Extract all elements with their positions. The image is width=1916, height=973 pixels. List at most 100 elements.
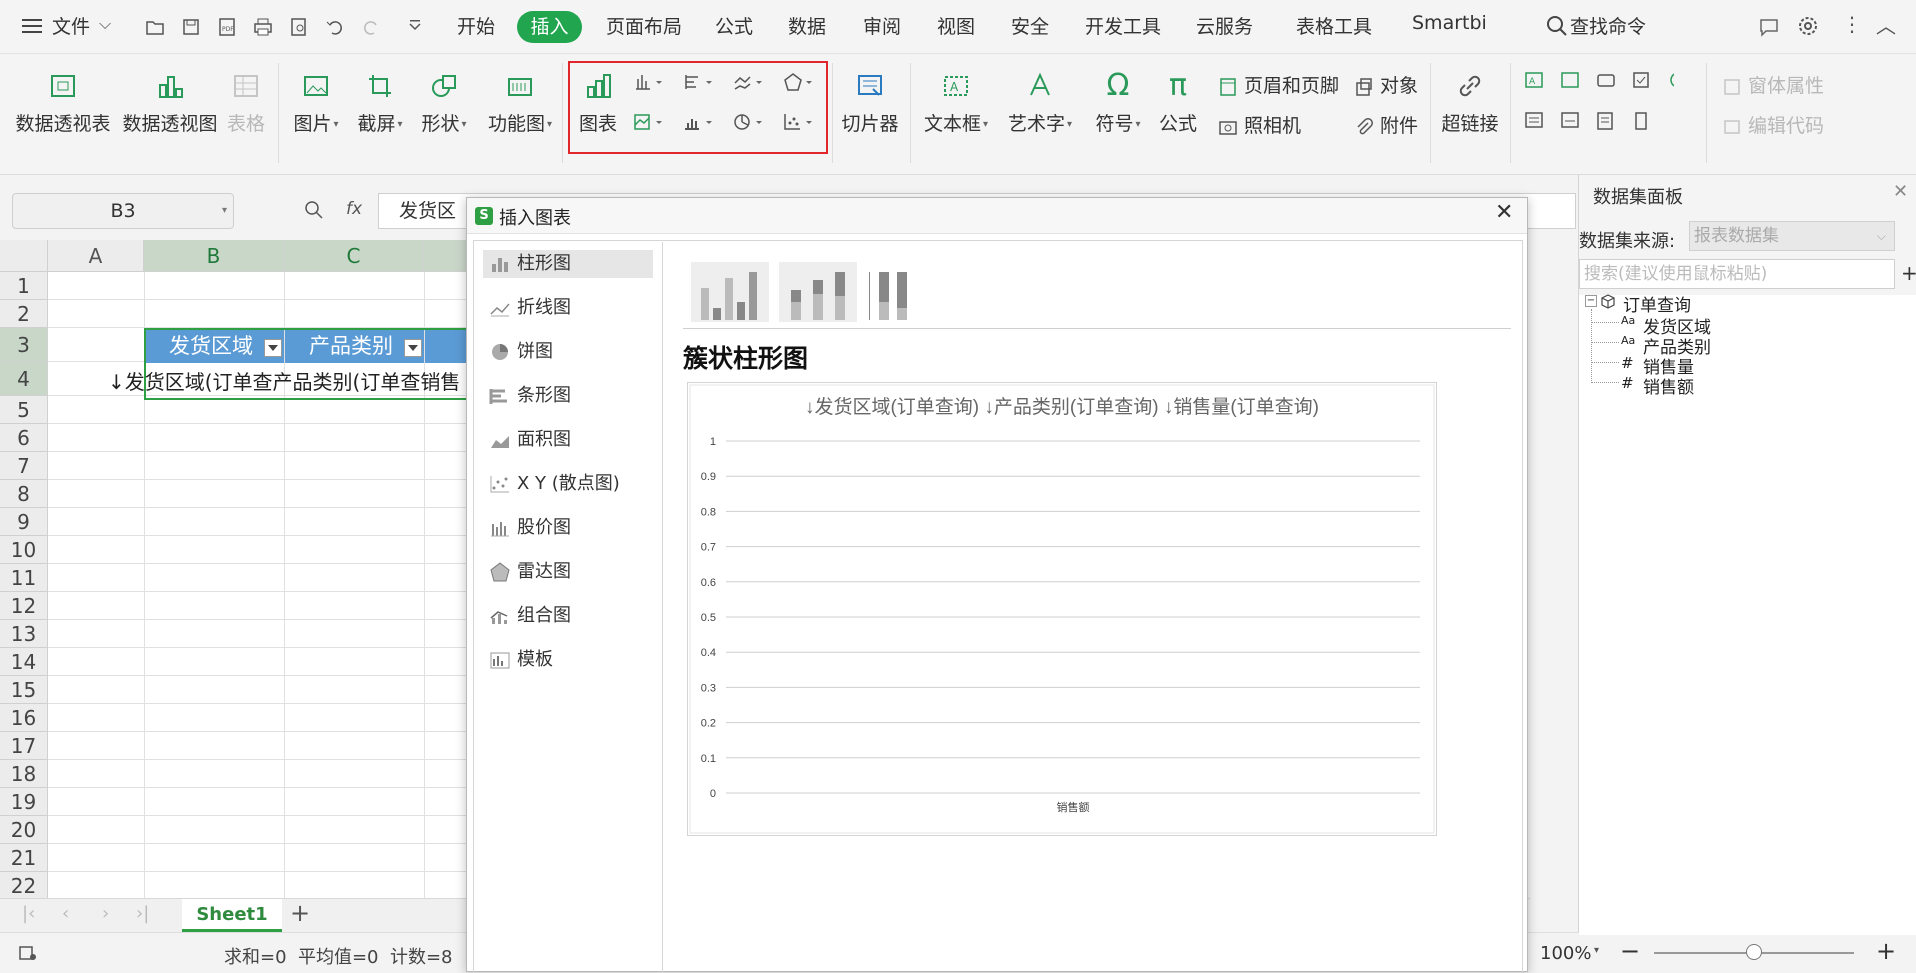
row-header-9[interactable]: 9 <box>0 508 48 536</box>
column-header-b[interactable]: B <box>144 240 284 272</box>
fx-icon[interactable]: fx <box>346 199 362 219</box>
redo-icon[interactable] <box>360 16 382 38</box>
formula-button[interactable]: π 公式 <box>1158 71 1198 136</box>
undo-icon[interactable] <box>324 16 346 38</box>
spreadsheet-grid[interactable]: A B C 1 2 3 4 5 6 7 8 9 10 11 12 13 14 15 16 17 18 19 20 21 2… <box>0 240 470 898</box>
row-header-11[interactable]: 11 <box>0 564 48 592</box>
chart-type-item[interactable]: 面积图 <box>483 426 653 454</box>
tab-view[interactable]: 视图 <box>937 12 975 39</box>
name-box[interactable]: B3 ▾ <box>12 193 234 229</box>
close-icon[interactable]: ✕ <box>1495 200 1513 225</box>
row-header-17[interactable]: 17 <box>0 732 48 760</box>
chart-type-item[interactable]: X Y (散点图) <box>483 470 653 498</box>
chart-type-item[interactable]: 条形图 <box>483 382 653 410</box>
collapse-toggle[interactable]: − <box>1585 295 1597 307</box>
row-header-12[interactable]: 12 <box>0 592 48 620</box>
column-header-c[interactable]: C <box>284 240 424 272</box>
wordart-button[interactable]: 艺术字 ▾ <box>1006 71 1074 136</box>
close-icon[interactable]: ✕ <box>1893 181 1908 202</box>
tab-page-layout[interactable]: 页面布局 <box>606 12 682 39</box>
zoom-slider-thumb[interactable] <box>1746 944 1762 960</box>
camera-button[interactable]: 照相机 <box>1218 111 1301 138</box>
hamburger-icon[interactable] <box>22 17 44 35</box>
tab-developer[interactable]: 开发工具 <box>1085 12 1161 39</box>
row-header-19[interactable]: 19 <box>0 788 48 816</box>
screenshot-button[interactable]: 截屏 ▾ <box>352 71 408 136</box>
zoom-level[interactable]: 100% <box>1540 943 1591 964</box>
row-header-18[interactable]: 18 <box>0 760 48 788</box>
chart-type-item[interactable]: 雷达图 <box>483 558 653 586</box>
print-icon[interactable] <box>252 16 274 38</box>
row-header-5[interactable]: 5 <box>0 396 48 424</box>
row-header-3[interactable]: 3 <box>0 328 48 362</box>
add-dataset-button[interactable]: + <box>1901 261 1916 285</box>
symbol-button[interactable]: Ω 符号 ▾ <box>1090 71 1146 136</box>
row-header-21[interactable]: 21 <box>0 844 48 872</box>
chart-type-item[interactable]: 模板 <box>483 646 653 674</box>
pivot-chart-button[interactable]: 数据透视图 <box>121 71 219 136</box>
textbox-button[interactable]: A 文本框 ▾ <box>922 71 990 136</box>
area-chart-dropdown[interactable] <box>632 111 668 135</box>
pivot-table-button[interactable]: 数据透视表 <box>14 71 112 136</box>
dataset-search-input[interactable]: 搜索(建议使用鼠标粘贴) <box>1579 259 1895 289</box>
chevron-down-icon[interactable]: ▾ <box>222 194 227 228</box>
source-select[interactable]: 报表数据集 ⌵ <box>1689 221 1895 251</box>
search-icon[interactable] <box>1546 15 1568 37</box>
last-sheet-icon[interactable]: ›| <box>136 903 149 924</box>
row-header-6[interactable]: 6 <box>0 424 48 452</box>
row-header-13[interactable]: 13 <box>0 620 48 648</box>
attachment-button[interactable]: 附件 <box>1354 111 1418 138</box>
row-header-7[interactable]: 7 <box>0 452 48 480</box>
open-folder-icon[interactable] <box>144 16 166 38</box>
row-header-8[interactable]: 8 <box>0 480 48 508</box>
row-header-20[interactable]: 20 <box>0 816 48 844</box>
macro-record-icon[interactable] <box>18 943 38 963</box>
comment-icon[interactable] <box>1757 15 1781 39</box>
row-header-4[interactable]: 4 <box>0 362 48 396</box>
chevron-down-icon[interactable]: ⌵ <box>1877 222 1886 250</box>
collapse-ribbon-icon[interactable]: ︿ <box>1876 10 1896 39</box>
sheet-tab-sheet1[interactable]: Sheet1 <box>182 899 282 932</box>
row-header-22[interactable]: 22 <box>0 872 48 898</box>
zoom-out-button[interactable]: − <box>1620 937 1640 965</box>
tab-home[interactable]: 开始 <box>457 12 495 39</box>
tab-cloud[interactable]: 云服务 <box>1196 12 1253 39</box>
row-header-14[interactable]: 14 <box>0 648 48 676</box>
add-sheet-button[interactable]: + <box>290 899 310 927</box>
row-header-10[interactable]: 10 <box>0 536 48 564</box>
export-pdf-icon[interactable]: PDF <box>216 16 238 38</box>
tab-review[interactable]: 审阅 <box>863 12 901 39</box>
shape-button[interactable]: 形状 ▾ <box>416 71 472 136</box>
line-chart-dropdown[interactable] <box>732 71 768 95</box>
more-icon[interactable]: ⋮ <box>1842 12 1862 36</box>
tab-data[interactable]: 数据 <box>788 12 826 39</box>
print-preview-icon[interactable] <box>288 16 310 38</box>
radar-chart-dropdown[interactable] <box>782 71 818 95</box>
zoom-formula-icon[interactable] <box>304 200 324 220</box>
customize-qa-icon[interactable] <box>404 16 426 38</box>
save-icon[interactable] <box>180 16 202 38</box>
row-header-2[interactable]: 2 <box>0 300 48 328</box>
zoom-in-button[interactable]: + <box>1876 937 1896 965</box>
hyperlink-button[interactable]: 超链接 <box>1440 71 1500 136</box>
chart-type-item[interactable]: 折线图 <box>483 294 653 322</box>
function-chart-button[interactable]: 功能图 ▾ <box>484 71 556 136</box>
tab-security[interactable]: 安全 <box>1011 12 1049 39</box>
chart-type-item[interactable]: 股价图 <box>483 514 653 542</box>
percent-stacked-column-thumb[interactable] <box>867 262 945 322</box>
chevron-down-icon[interactable]: ▾ <box>1594 945 1599 956</box>
row-header-16[interactable]: 16 <box>0 704 48 732</box>
tab-insert[interactable]: 插入 <box>517 11 582 43</box>
first-sheet-icon[interactable]: |‹ <box>22 903 35 924</box>
file-menu[interactable]: 文件 <box>52 12 90 39</box>
scatter-chart-dropdown[interactable] <box>782 111 818 135</box>
object-button[interactable]: 对象 <box>1354 71 1418 98</box>
tab-smartbi[interactable]: Smartbi <box>1412 12 1487 34</box>
tab-formulas[interactable]: 公式 <box>715 12 753 39</box>
clustered-column-thumb[interactable] <box>691 262 769 322</box>
chart-type-item[interactable]: 柱形图 <box>483 250 653 278</box>
select-all-corner[interactable] <box>0 240 48 272</box>
row-header-15[interactable]: 15 <box>0 676 48 704</box>
gear-icon[interactable] <box>1796 14 1820 38</box>
chevron-down-icon[interactable]: ⌵ <box>99 14 111 34</box>
